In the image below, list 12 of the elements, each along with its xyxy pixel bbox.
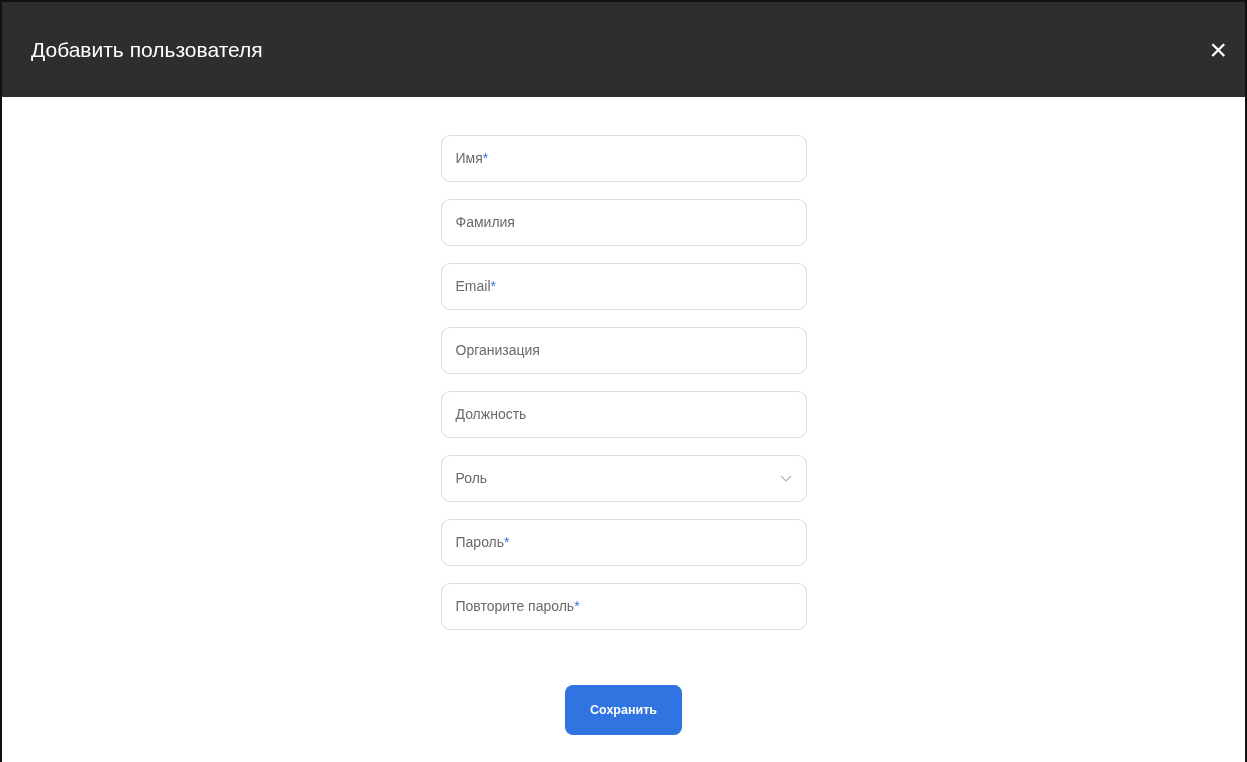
input-field[interactable]: Пароль* xyxy=(440,519,807,566)
chevron-down-icon xyxy=(779,475,792,482)
input-field[interactable]: Имя* xyxy=(440,135,807,182)
input-field[interactable]: Организация xyxy=(440,327,807,374)
input-field[interactable]: Email* xyxy=(440,263,807,310)
input-field[interactable]: Фамилия xyxy=(440,199,807,246)
close-button[interactable]: × xyxy=(1205,34,1231,65)
save-button[interactable]: Сохранить xyxy=(565,685,682,735)
input-field[interactable]: Должность xyxy=(440,391,807,438)
dialog-title: Добавить пользователя xyxy=(31,36,263,63)
role-select[interactable]: Роль xyxy=(440,455,807,502)
input-field[interactable]: Повторите пароль* xyxy=(440,583,807,630)
